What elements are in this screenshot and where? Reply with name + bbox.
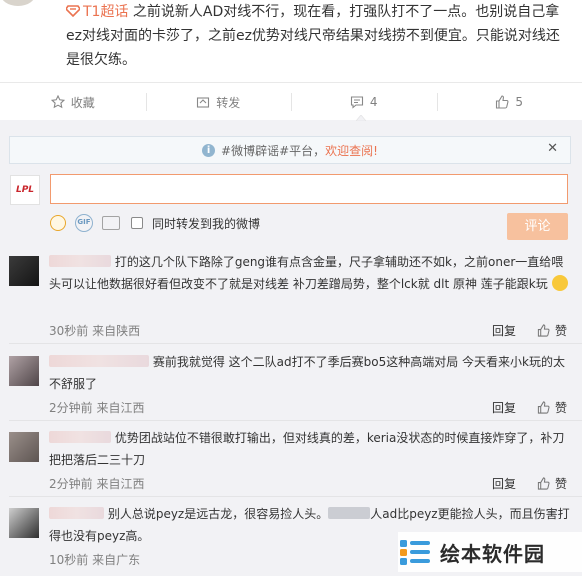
supertopic-icon — [66, 5, 80, 17]
reply-button[interactable]: 回复 — [492, 322, 516, 339]
repost-icon — [197, 97, 210, 108]
watermark: 绘本软件园 — [398, 532, 582, 572]
reply-button[interactable]: 回复 — [492, 399, 516, 416]
panel-pointer — [356, 115, 366, 121]
comment-divider — [9, 343, 582, 344]
avatar[interactable] — [9, 356, 39, 386]
comment-text: 优势团战站位不错很敢打输出，但对线真的差，keria没状态的时候直接炸穿了，补刀… — [49, 431, 565, 467]
comment-input[interactable] — [50, 174, 568, 204]
comment-divider — [9, 420, 582, 421]
user-avatar[interactable]: LPL — [10, 175, 40, 205]
supertopic-label[interactable]: T1超话 — [83, 4, 128, 20]
post-text: 之前说新人AD对线不行，现在看，打强队打不了一点。也别说自己拿ez对线对面的卡莎… — [66, 4, 560, 68]
watermark-text: 绘本软件园 — [440, 541, 545, 566]
composer-tools: GIF 同时转发到我的微博 — [50, 212, 260, 234]
close-icon[interactable]: ✕ — [547, 141, 558, 156]
avatar[interactable] — [9, 432, 39, 462]
comment-like-label: 赞 — [555, 324, 568, 338]
favorite-label: 收藏 — [70, 95, 95, 110]
commenter-name[interactable] — [49, 431, 111, 443]
commenter-name[interactable] — [49, 507, 104, 519]
gif-icon[interactable]: GIF — [75, 214, 93, 232]
comment-text: 别人总说peyz是远古龙，很容易捡人头。 — [107, 507, 329, 521]
repost-checkbox-label[interactable]: 同时转发到我的微博 — [152, 215, 260, 232]
comment-meta: 10秒前 来自广东 — [49, 553, 141, 567]
commenter-name[interactable] — [49, 355, 149, 367]
watermark-logo-icon — [400, 540, 430, 565]
notice-link[interactable]: 欢迎查阅! — [325, 142, 378, 159]
comment-icon — [350, 96, 363, 109]
comment-count: 4 — [369, 95, 378, 109]
supertopic-link[interactable]: T1超话 — [66, 4, 128, 20]
thumbs-up-icon — [496, 95, 509, 109]
post-action-bar: 收藏 转发 4 5 — [0, 82, 582, 122]
comment-meta: 2分钟前 来自江西 — [49, 401, 145, 415]
repost-label: 转发 — [216, 95, 241, 110]
author-avatar[interactable] — [0, 0, 36, 6]
thumbs-up-icon — [537, 477, 550, 490]
comment-meta: 2分钟前 来自江西 — [49, 477, 145, 491]
comment-like-label: 赞 — [555, 401, 568, 415]
like-count: 5 — [515, 95, 524, 109]
laughing-emoji-icon — [551, 275, 568, 291]
redacted-mention — [328, 507, 371, 519]
image-icon[interactable] — [102, 216, 120, 230]
comment-like-button[interactable]: 赞 — [537, 475, 567, 492]
submit-comment-button[interactable]: 评论 — [507, 213, 568, 240]
comment-like-button[interactable]: 赞 — [537, 322, 567, 339]
repost-checkbox[interactable] — [131, 217, 143, 229]
reply-button[interactable]: 回复 — [492, 475, 516, 492]
comment-like-label: 赞 — [555, 477, 568, 491]
repost-button[interactable]: 转发 — [145, 83, 292, 121]
avatar[interactable] — [9, 508, 39, 538]
comment-text: 打的这几个队下路除了geng谁有点含金量，尺子拿辅助还不如k，之前oner一直给… — [49, 255, 564, 291]
thumbs-up-icon — [537, 401, 550, 414]
comment-meta: 30秒前 来自陕西 — [49, 324, 141, 338]
comment-like-button[interactable]: 赞 — [537, 399, 567, 416]
avatar[interactable] — [9, 256, 39, 286]
info-icon: i — [202, 143, 216, 157]
rumor-notice: i #微博辟谣#平台， 欢迎查阅! ✕ — [9, 136, 571, 164]
comment-divider — [9, 496, 582, 497]
emoji-icon[interactable] — [50, 215, 66, 231]
like-button[interactable]: 5 — [436, 83, 582, 121]
commenter-name[interactable] — [49, 255, 111, 267]
star-icon — [50, 95, 65, 109]
thumbs-up-icon — [537, 324, 550, 337]
post-body: T1超话 之前说新人AD对线不行，现在看，打强队打不了一点。也别说自己拿ez对线… — [66, 0, 571, 72]
notice-text[interactable]: #微博辟谣#平台， — [221, 142, 325, 159]
favorite-button[interactable]: 收藏 — [0, 83, 146, 121]
